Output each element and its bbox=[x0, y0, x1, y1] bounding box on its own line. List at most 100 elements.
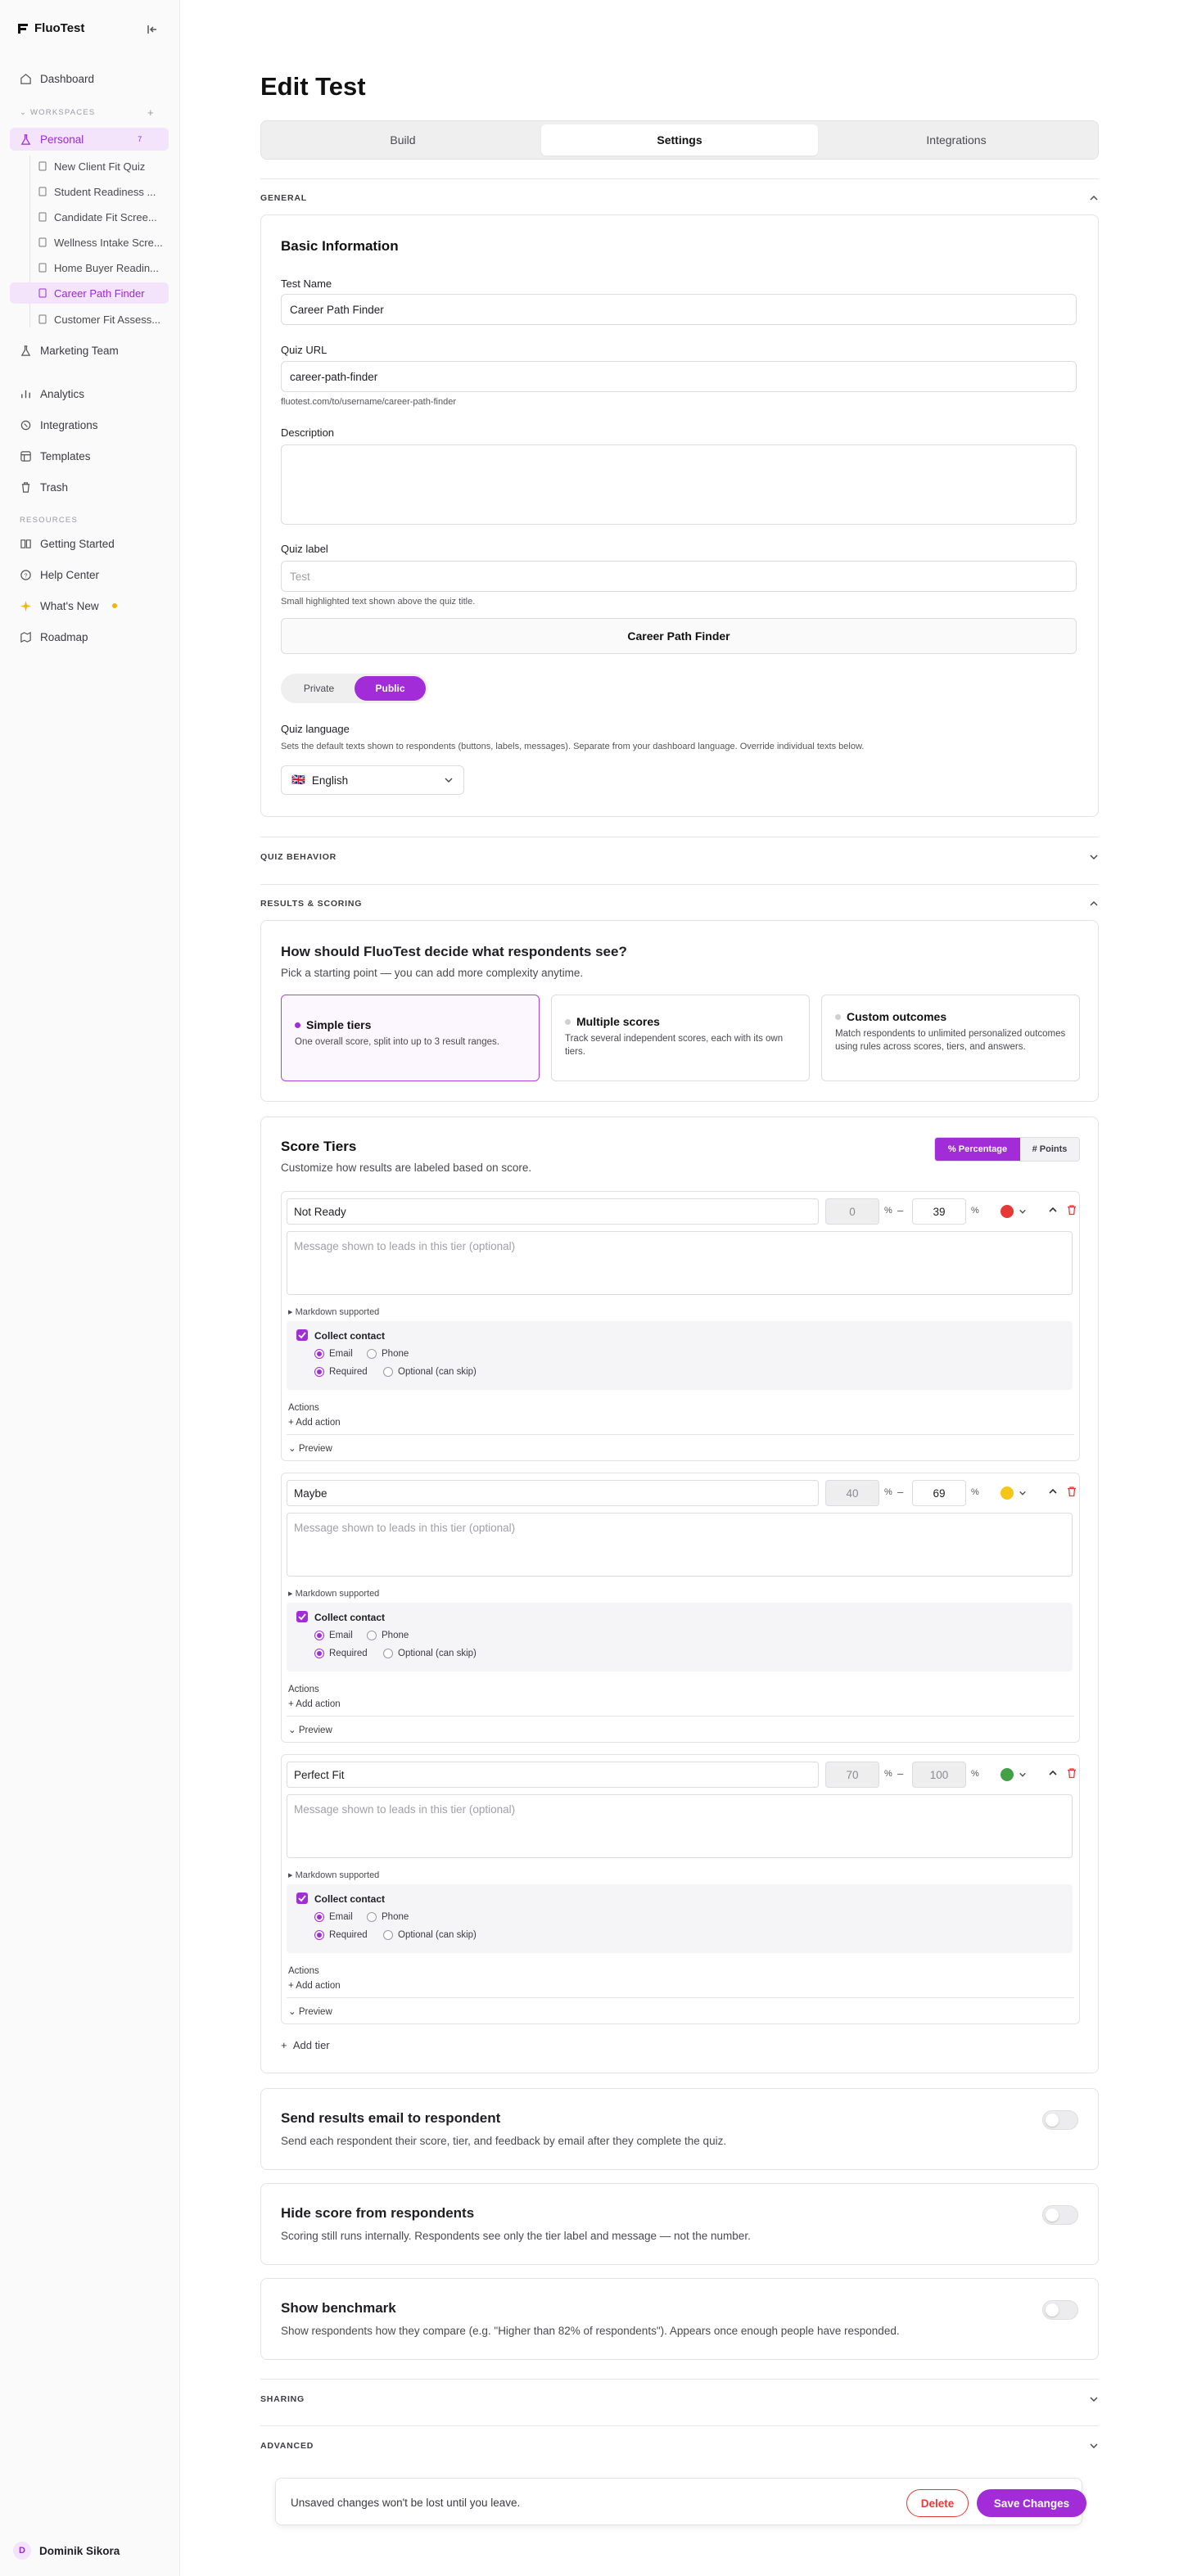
add-action-button[interactable]: + Add action bbox=[288, 1418, 341, 1428]
trash-icon[interactable] bbox=[1066, 1486, 1077, 1497]
preview-toggle[interactable]: ⌄ Preview bbox=[288, 1724, 332, 1735]
add-workspace-button[interactable]: + bbox=[147, 106, 154, 119]
nav-integrations[interactable]: Integrations bbox=[10, 413, 169, 436]
section-general-header[interactable]: GENERAL bbox=[260, 190, 1099, 206]
toggle-desc: Show respondents how they compare (e.g. … bbox=[281, 2325, 900, 2337]
collect-contact-checkbox[interactable] bbox=[296, 1329, 308, 1341]
add-action-button[interactable]: + Add action bbox=[288, 1981, 341, 1991]
markdown-note[interactable]: ▸ Markdown supported bbox=[288, 1306, 379, 1317]
nav-roadmap[interactable]: Roadmap bbox=[10, 625, 169, 648]
required-radio[interactable] bbox=[314, 1649, 324, 1658]
required-label: Required bbox=[329, 1367, 368, 1377]
option-custom-outcomes[interactable]: Custom outcomes Match respondents to unl… bbox=[821, 995, 1080, 1081]
tab-settings[interactable]: Settings bbox=[541, 124, 818, 156]
quiz-item[interactable]: Student Readiness ... bbox=[10, 181, 169, 202]
nav-whats-new[interactable]: What's New bbox=[10, 594, 169, 617]
nav-trash[interactable]: Trash bbox=[10, 476, 169, 499]
collect-contact-checkbox[interactable] bbox=[296, 1611, 308, 1622]
visibility-public-option[interactable]: Public bbox=[355, 676, 426, 701]
collect-contact-label: Collect contact bbox=[314, 1893, 386, 1905]
quiz-item[interactable]: Wellness Intake Scre... bbox=[10, 232, 169, 253]
user-profile[interactable]: D Dominik Sikora bbox=[13, 2542, 120, 2560]
hide-score-switch[interactable] bbox=[1042, 2205, 1078, 2225]
tier-message-textarea[interactable]: Message shown to leads in this tier (opt… bbox=[287, 1513, 1073, 1577]
save-changes-button[interactable]: Save Changes bbox=[977, 2489, 1086, 2517]
quiz-item[interactable]: Home Buyer Readin... bbox=[10, 257, 169, 278]
option-simple-tiers[interactable]: Simple tiers One overall score, split in… bbox=[281, 995, 540, 1081]
nav-help-center[interactable]: ? Help Center bbox=[10, 563, 169, 586]
required-radio[interactable] bbox=[314, 1930, 324, 1940]
score-tiers-title: Score Tiers bbox=[281, 1139, 357, 1154]
add-tier-button[interactable]: + Add tier bbox=[281, 2039, 330, 2051]
optional-radio[interactable] bbox=[383, 1930, 393, 1940]
show-benchmark-switch[interactable] bbox=[1042, 2300, 1078, 2320]
collapse-sidebar-icon[interactable] bbox=[146, 23, 159, 36]
nav-personal-workspace[interactable]: Personal 7 bbox=[10, 128, 169, 151]
quiz-item[interactable]: New Client Fit Quiz bbox=[10, 156, 169, 177]
unit-percentage-option[interactable]: % Percentage bbox=[935, 1138, 1020, 1161]
tier-name-input[interactable]: Perfect Fit bbox=[287, 1762, 819, 1788]
scoring-mode-card: How should FluoTest decide what responde… bbox=[260, 920, 1099, 1102]
brand[interactable]: FluoTest bbox=[16, 21, 84, 35]
tier-color-picker[interactable] bbox=[1001, 1766, 1040, 1783]
tier-color-picker[interactable] bbox=[1001, 1203, 1040, 1220]
quiz-label-input[interactable]: Test bbox=[281, 561, 1077, 592]
quiz-url-input[interactable]: career-path-finder bbox=[281, 361, 1077, 392]
nav-templates[interactable]: Templates bbox=[10, 444, 169, 467]
optional-radio[interactable] bbox=[383, 1649, 393, 1658]
tier-max-input[interactable]: 69 bbox=[912, 1480, 966, 1506]
nav-analytics[interactable]: Analytics bbox=[10, 382, 169, 405]
phone-radio[interactable] bbox=[367, 1912, 377, 1922]
tier-name-input[interactable]: Not Ready bbox=[287, 1198, 819, 1225]
section-sharing-header[interactable]: SHARING bbox=[260, 2391, 1099, 2407]
send-results-email-switch[interactable] bbox=[1042, 2110, 1078, 2130]
trash-icon[interactable] bbox=[1066, 1767, 1077, 1779]
tier-color-picker[interactable] bbox=[1001, 1485, 1040, 1501]
chevron-up-icon[interactable] bbox=[1048, 1205, 1058, 1215]
sparkle-icon bbox=[20, 600, 32, 611]
collect-contact-checkbox[interactable] bbox=[296, 1893, 308, 1904]
section-quiz-behavior-header[interactable]: QUIZ BEHAVIOR bbox=[260, 849, 1099, 865]
test-name-input[interactable]: Career Path Finder bbox=[281, 294, 1077, 325]
tier-message-textarea[interactable]: Message shown to leads in this tier (opt… bbox=[287, 1231, 1073, 1295]
tier-message-textarea[interactable]: Message shown to leads in this tier (opt… bbox=[287, 1794, 1073, 1858]
email-radio[interactable] bbox=[314, 1349, 324, 1359]
markdown-note[interactable]: ▸ Markdown supported bbox=[288, 1870, 379, 1880]
email-radio[interactable] bbox=[314, 1912, 324, 1922]
personal-count: 7 bbox=[138, 135, 142, 143]
option-multiple-scores[interactable]: Multiple scores Track several independen… bbox=[551, 995, 810, 1081]
tier-max-input[interactable]: 39 bbox=[912, 1198, 966, 1225]
nav-marketing-team[interactable]: Marketing Team bbox=[10, 339, 169, 362]
optional-radio[interactable] bbox=[383, 1367, 393, 1377]
document-icon bbox=[38, 161, 47, 171]
tier-name-input[interactable]: Maybe bbox=[287, 1480, 819, 1506]
description-textarea[interactable] bbox=[281, 444, 1077, 525]
tab-integrations[interactable]: Integrations bbox=[818, 124, 1095, 156]
new-indicator-dot bbox=[111, 603, 117, 608]
delete-button[interactable]: Delete bbox=[906, 2489, 969, 2517]
language-select[interactable]: 🇬🇧 English bbox=[281, 765, 464, 795]
quiz-item[interactable]: Candidate Fit Scree... bbox=[10, 206, 169, 228]
required-radio[interactable] bbox=[314, 1367, 324, 1377]
phone-radio[interactable] bbox=[367, 1349, 377, 1359]
quiz-item[interactable]: Customer Fit Assess... bbox=[10, 309, 169, 330]
trash-icon[interactable] bbox=[1066, 1204, 1077, 1216]
phone-radio[interactable] bbox=[367, 1631, 377, 1640]
chevron-up-icon[interactable] bbox=[1048, 1487, 1058, 1496]
markdown-note[interactable]: ▸ Markdown supported bbox=[288, 1588, 379, 1599]
chevron-up-icon[interactable] bbox=[1048, 1768, 1058, 1778]
add-action-button[interactable]: + Add action bbox=[288, 1699, 341, 1709]
nav-dashboard[interactable]: Dashboard bbox=[10, 67, 169, 90]
nav-getting-started[interactable]: Getting Started bbox=[10, 532, 169, 555]
unit-points-option[interactable]: # Points bbox=[1020, 1138, 1079, 1161]
visibility-private-option[interactable]: Private bbox=[283, 676, 355, 701]
section-results-header[interactable]: RESULTS & SCORING bbox=[260, 896, 1099, 912]
tab-build[interactable]: Build bbox=[264, 124, 541, 156]
workspaces-label[interactable]: ⌄ WORKSPACES bbox=[20, 108, 95, 117]
email-radio[interactable] bbox=[314, 1631, 324, 1640]
quiz-item-active[interactable]: Career Path Finder bbox=[10, 282, 169, 304]
range-dash: – bbox=[897, 1204, 904, 1216]
preview-toggle[interactable]: ⌄ Preview bbox=[288, 1442, 332, 1454]
preview-toggle[interactable]: ⌄ Preview bbox=[288, 2005, 332, 2017]
section-advanced-header[interactable]: ADVANCED bbox=[260, 2438, 1099, 2454]
